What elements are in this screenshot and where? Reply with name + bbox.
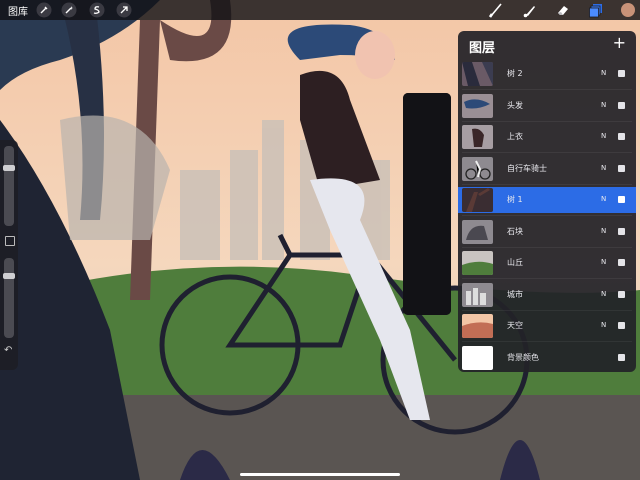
- opacity-thumb[interactable]: [3, 272, 15, 279]
- layer-name: 自行车骑士: [507, 163, 547, 173]
- layer-thumbnail[interactable]: [462, 251, 493, 275]
- layer-visibility-checkbox[interactable]: [618, 101, 625, 109]
- eraser-icon[interactable]: [555, 2, 571, 18]
- selection-icon[interactable]: [89, 2, 105, 18]
- blend-mode-button[interactable]: N: [601, 164, 606, 172]
- blend-mode-button[interactable]: N: [601, 258, 606, 266]
- layer-name: 树 2: [507, 69, 523, 78]
- wrench-icon[interactable]: [36, 2, 52, 18]
- layer-name: 上衣: [507, 132, 523, 141]
- layer-name: 头发: [507, 100, 523, 110]
- layer-thumbnail[interactable]: [462, 314, 493, 338]
- blend-mode-button[interactable]: N: [601, 132, 606, 140]
- layer-divider: [462, 246, 632, 248]
- layer-row[interactable]: 头发 N: [458, 93, 636, 119]
- layers-panel-title: 图层: [469, 41, 496, 56]
- layer-visibility-checkbox[interactable]: [618, 353, 625, 361]
- undo-button[interactable]: ↶: [4, 345, 12, 356]
- home-indicator: [240, 473, 400, 476]
- layer-thumbnail[interactable]: [462, 93, 493, 118]
- brush-size-thumb[interactable]: [3, 164, 15, 171]
- layer-thumbnail[interactable]: [462, 282, 493, 307]
- layer-divider: [462, 278, 632, 279]
- layer-thumbnail[interactable]: [462, 188, 493, 212]
- layer-divider: [462, 89, 632, 90]
- opacity-slider[interactable]: [3, 258, 15, 338]
- transform-arrow-icon[interactable]: [116, 2, 132, 18]
- layer-row[interactable]: 山丘 N: [458, 250, 636, 276]
- color-swatch[interactable]: [620, 2, 636, 18]
- layer-divider: [462, 341, 632, 342]
- layer-thumbnail[interactable]: [462, 125, 493, 149]
- layer-row[interactable]: 天空 N: [458, 313, 636, 339]
- modify-button[interactable]: [5, 236, 15, 246]
- layer-visibility-checkbox[interactable]: [618, 70, 625, 77]
- add-layer-button[interactable]: +: [613, 33, 626, 52]
- layer-name: 山丘: [507, 258, 523, 267]
- layer-row[interactable]: 树 1 N: [458, 187, 636, 213]
- blend-mode-button[interactable]: N: [601, 227, 606, 235]
- menu-pointer: [403, 93, 451, 315]
- layer-row[interactable]: 背景颜色: [458, 345, 636, 371]
- layer-row[interactable]: 石块 N: [458, 219, 636, 245]
- gallery-button[interactable]: 图库: [8, 3, 28, 18]
- layer-row[interactable]: 上衣 N: [458, 124, 636, 150]
- blend-mode-button[interactable]: N: [601, 195, 606, 203]
- layer-thumbnail[interactable]: [462, 345, 493, 370]
- top-toolbar: 图库: [0, 0, 640, 20]
- layer-divider: [462, 183, 632, 185]
- layer-row[interactable]: 自行车骑士 N: [458, 156, 636, 182]
- blend-mode-button[interactable]: N: [601, 101, 606, 109]
- layer-row[interactable]: 树 2 N: [458, 61, 636, 87]
- magic-wand-icon[interactable]: [61, 2, 77, 18]
- layer-visibility-checkbox[interactable]: [618, 227, 625, 235]
- layer-divider: [462, 120, 632, 122]
- layer-row[interactable]: 城市 N: [458, 282, 636, 308]
- layer-visibility-checkbox[interactable]: [618, 133, 625, 140]
- layer-visibility-checkbox[interactable]: [618, 164, 625, 172]
- layer-thumbnail[interactable]: [462, 156, 493, 181]
- left-sidebar: ↶: [0, 140, 18, 370]
- layers-panel: 图层 + 树 2 N 头发 N 上衣 N 自行车骑士 N 树 1 N 石块 N 山丘 N 城市 N 天空 N 背景颜…: [458, 31, 636, 372]
- smudge-icon[interactable]: [522, 2, 538, 18]
- blend-mode-button[interactable]: N: [601, 321, 606, 329]
- layer-name: 城市: [507, 289, 523, 299]
- layers-icon[interactable]: [588, 2, 604, 18]
- layer-divider: [462, 152, 632, 153]
- layer-divider: [462, 215, 632, 216]
- layer-visibility-checkbox[interactable]: [618, 196, 625, 203]
- layer-visibility-checkbox[interactable]: [618, 290, 625, 298]
- layer-thumbnail[interactable]: [462, 62, 493, 86]
- layer-name: 天空: [507, 321, 523, 330]
- layer-divider: [462, 309, 632, 311]
- layer-thumbnail[interactable]: [462, 219, 493, 244]
- brush-icon[interactable]: [488, 2, 504, 18]
- blend-mode-button[interactable]: N: [601, 290, 606, 298]
- layer-name: 石块: [507, 226, 523, 236]
- layer-name: 背景颜色: [507, 352, 539, 362]
- layer-name: 树 1: [507, 195, 523, 204]
- layer-visibility-checkbox[interactable]: [618, 322, 625, 329]
- brush-size-slider[interactable]: [3, 146, 15, 226]
- layer-visibility-checkbox[interactable]: [618, 259, 625, 266]
- blend-mode-button[interactable]: N: [601, 69, 606, 77]
